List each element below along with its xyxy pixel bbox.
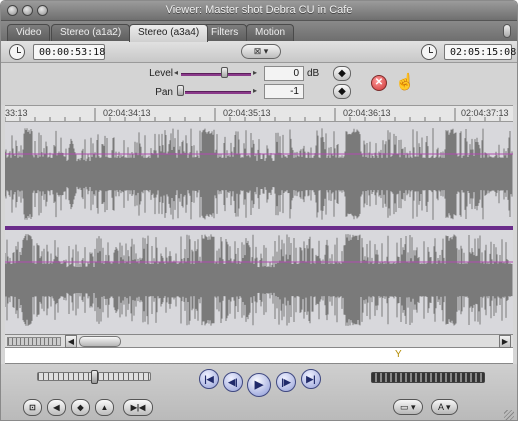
go-to-in-point-button[interactable]: |◀ — [199, 369, 219, 389]
tab-motion[interactable]: Motion — [246, 24, 295, 41]
pan-slider-thumb[interactable] — [177, 85, 184, 96]
view-options-popup-button[interactable]: ▭ ▾ — [393, 399, 423, 415]
level-keyframe-button[interactable]: ◆ — [333, 66, 351, 81]
resize-grip-icon[interactable] — [504, 410, 514, 420]
waveform-channel-1 — [5, 128, 513, 220]
level-unit-label: dB — [307, 68, 320, 79]
previous-edit-button[interactable]: ◀| — [223, 372, 243, 392]
tab-label: Stereo (a1a2) — [60, 27, 122, 38]
pan-value-field[interactable]: -1 — [264, 84, 304, 99]
channel-divider — [5, 226, 513, 230]
tab-label: Filters — [211, 27, 239, 38]
ruler-label: 02:04:35:13 — [223, 108, 271, 118]
ruler-label: 02:04:34:13 — [103, 108, 151, 118]
tab-stereo-a1a2[interactable]: Stereo (a1a2) — [51, 24, 131, 41]
duration-clock-icon — [9, 44, 25, 60]
current-timecode-clock-icon — [421, 44, 437, 60]
mark-clip-button[interactable]: ◆ — [71, 399, 90, 416]
audio-waveform-display[interactable] — [5, 122, 513, 334]
mark-in-button[interactable]: ◀ — [47, 399, 66, 416]
level-slider-thumb[interactable] — [221, 67, 228, 78]
pan-label: Pan — [155, 87, 173, 98]
mark-out-button[interactable]: ▶|◀ — [123, 399, 153, 416]
window-title: Viewer: Master shot Debra CU in Cafe — [165, 4, 353, 16]
zoom-scrollbar[interactable]: ◀ ▶ — [5, 334, 513, 348]
tab-label: Video — [16, 27, 42, 38]
scrubber-bar[interactable]: Y — [5, 348, 513, 364]
level-decrease-arrow-icon[interactable]: ◂ — [174, 68, 178, 77]
current-timecode-field[interactable]: 02:05:15:08 — [444, 44, 516, 60]
tab-filters[interactable]: Filters — [202, 24, 248, 41]
transport-controls: |◀ ◀| ▶ |▶ ▶| ⊡ ◀ ◆ ▲ ▶|◀ ▭ ▾ A ▾ — [1, 364, 517, 420]
tab-scroll-handle[interactable] — [503, 24, 511, 38]
play-button[interactable]: ▶ — [247, 373, 271, 397]
shuttle-thumb[interactable] — [91, 370, 98, 384]
waveform-channel-2 — [5, 234, 513, 326]
next-edit-button[interactable]: |▶ — [276, 372, 296, 392]
generator-popup-button[interactable]: A ▾ — [431, 399, 458, 415]
level-increase-arrow-icon[interactable]: ▸ — [253, 68, 257, 77]
tab-stereo-a3a4[interactable]: Stereo (a3a4) — [129, 24, 209, 42]
title-bar[interactable]: Viewer: Master shot Debra CU in Cafe — [1, 1, 517, 21]
drag-hand-icon[interactable]: ☝ — [395, 72, 415, 92]
keyframe-diamond-icon: ◆ — [338, 86, 346, 97]
ruler-label: 02:04:36:13 — [343, 108, 391, 118]
tab-label: Stereo (a3a4) — [138, 27, 200, 38]
zoom-slider[interactable] — [7, 337, 61, 346]
match-frame-button[interactable]: ⊡ — [23, 399, 42, 416]
level-slider-track[interactable] — [181, 73, 251, 76]
ruler-label: 02:04:37:13 — [461, 108, 509, 118]
reset-x-icon: ✕ — [374, 77, 384, 88]
timecode-row: 00:00:53:18 ⊠ ▾ 02:05:15:08 — [1, 41, 517, 63]
add-marker-button[interactable]: ▲ — [95, 399, 114, 416]
scroll-right-button[interactable]: ▶ — [499, 335, 511, 348]
level-value-field[interactable]: 0 — [264, 66, 304, 81]
pan-keyframe-button[interactable]: ◆ — [333, 84, 351, 99]
level-label: Level — [149, 68, 173, 79]
duration-timecode-field[interactable]: 00:00:53:18 — [33, 44, 105, 60]
tab-bar: Video Stereo (a1a2) Stereo (a3a4) Filter… — [1, 21, 517, 42]
tab-label: Motion — [255, 27, 286, 38]
waveform-graphic — [5, 128, 513, 326]
scroll-thumb[interactable] — [79, 336, 121, 347]
keyframe-diamond-icon: ◆ — [338, 68, 346, 79]
shuttle-slider[interactable] — [37, 370, 151, 384]
go-to-out-point-button[interactable]: ▶| — [301, 369, 321, 389]
audio-controls: Level ◂ ▸ 0 dB ◆ Pan ▸ -1 ◆ ✕ ☝ — [1, 63, 517, 105]
pan-increase-arrow-icon[interactable]: ▸ — [253, 86, 257, 95]
viewer-window: Viewer: Master shot Debra CU in Cafe Vid… — [0, 0, 518, 421]
scroll-left-button[interactable]: ◀ — [65, 335, 77, 348]
jog-wheel[interactable] — [371, 372, 485, 383]
pan-slider-track[interactable] — [185, 91, 251, 94]
tab-video[interactable]: Video — [7, 24, 51, 41]
reset-button[interactable]: ✕ — [371, 75, 387, 91]
ruler-label: 33:13 — [5, 108, 28, 118]
marker-popup-button[interactable]: ⊠ ▾ — [241, 44, 281, 59]
timeline-ruler[interactable]: 33:13 02:04:34:13 02:04:35:13 02:04:36:1… — [5, 105, 513, 122]
playhead-icon[interactable]: Y — [395, 349, 402, 360]
